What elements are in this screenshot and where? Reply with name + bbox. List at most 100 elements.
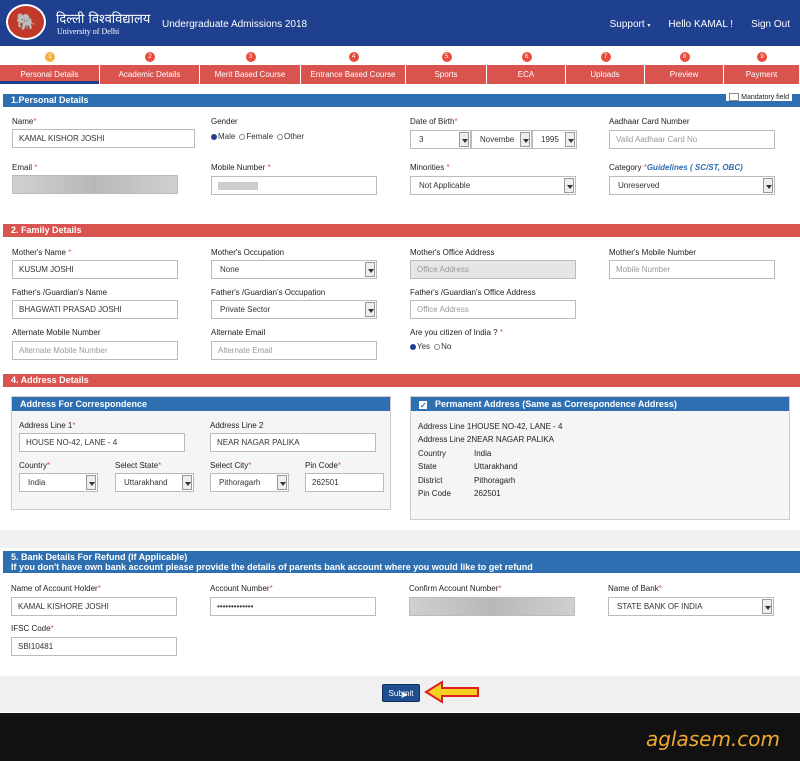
step-number: 1 (45, 52, 55, 62)
tab-eca[interactable]: 6 ECA (487, 48, 566, 86)
pin-input[interactable]: 262501 (305, 473, 384, 492)
bank-name-label: Name of Bank* (608, 584, 662, 593)
name-label: Name* (12, 117, 37, 126)
city-select[interactable]: Pithoragarh (210, 473, 289, 492)
state-select[interactable]: Uttarakhand (115, 473, 194, 492)
bank-subtitle: If you don't have own bank account pleas… (11, 562, 533, 572)
country-select[interactable]: India (19, 473, 98, 492)
ifsc-label-text: IFSC Code (11, 624, 51, 633)
minorities-value: Not Applicable (419, 181, 471, 190)
support-menu[interactable]: Support ▾ (610, 19, 651, 30)
step-label: Preview (645, 65, 723, 84)
dropdown-arrow-icon (520, 132, 530, 147)
father-occupation-value: Private Sector (220, 305, 271, 314)
mother-occupation-label: Mother's Occupation (211, 248, 285, 257)
gender-other-radio[interactable]: Other (277, 132, 304, 141)
alt-mobile-input[interactable]: Alternate Mobile Number (12, 341, 178, 360)
bank-details-header: 5. Bank Details For Refund (If Applicabl… (3, 551, 800, 573)
perm-state-key: State (418, 462, 437, 471)
alt-email-input[interactable]: Alternate Email (211, 341, 377, 360)
step-number: 6 (521, 52, 532, 62)
address-line1-input[interactable]: HOUSE NO-42, LANE - 4 (19, 433, 185, 452)
holder-input[interactable]: KAMAL KISHORE JOSHI (11, 597, 177, 616)
dropdown-arrow-icon (459, 132, 469, 147)
dropdown-arrow-icon (86, 475, 96, 490)
holder-label-text: Name of Account Holder (11, 584, 98, 593)
minorities-select[interactable]: Not Applicable (410, 176, 576, 195)
step-number: 2 (145, 52, 155, 62)
same-address-checkbox[interactable] (419, 399, 427, 413)
dob-day-select[interactable]: 3 (410, 130, 471, 149)
guideline-obc-link[interactable]: OBC (722, 163, 740, 172)
step-label: Entrance Based Course (301, 65, 405, 84)
mobile-input[interactable] (211, 176, 377, 195)
mother-occupation-select[interactable]: None (211, 260, 377, 279)
university-name-english: University of Delhi (57, 27, 120, 36)
watermark-text: aglasem.com (645, 727, 780, 751)
mother-office-input[interactable]: Office Address (410, 260, 576, 279)
guideline-sc-link[interactable]: SC/ST (695, 163, 718, 172)
address-details-header: 4. Address Details (3, 374, 800, 387)
mother-occupation-value: None (220, 265, 240, 274)
perm-district-key: District (418, 476, 443, 485)
father-name-input[interactable]: BHAGWATI PRASAD JOSHI (12, 300, 178, 319)
ifsc-label: IFSC Code* (11, 624, 54, 633)
radio-checked-icon (211, 133, 217, 140)
country-value: India (28, 478, 46, 487)
radio-unchecked-icon (239, 133, 246, 140)
country-label-text: Country (19, 461, 48, 470)
tab-academic-details[interactable]: 2 Academic Details (100, 48, 200, 86)
confirm-account-input[interactable] (409, 597, 575, 616)
permanent-address-panel: Permanent Address (Same as Correspondenc… (410, 396, 790, 520)
ifsc-input[interactable]: SBI10481 (11, 637, 177, 656)
father-name-label: Father's /Guardian's Name (12, 288, 108, 297)
aadhaar-input[interactable]: Valid Aadhaar Card No (609, 130, 775, 149)
correspondence-address-title: Address For Correspondence (12, 397, 390, 411)
tab-sports[interactable]: 5 Sports (406, 48, 487, 86)
user-greeting[interactable]: Hello KAMAL ! (668, 19, 733, 30)
mother-mobile-label: Mother's Mobile Number (609, 248, 696, 257)
mother-mobile-input[interactable]: Mobile Number (609, 260, 775, 279)
gender-female-radio[interactable]: Female (239, 132, 273, 141)
permanent-address-title-text: Permanent Address (Same as Correspondenc… (435, 399, 677, 409)
tab-payment[interactable]: 9 Payment (724, 48, 800, 86)
category-label-text: Category (609, 163, 642, 172)
mother-name-label-text: Mother's Name (12, 248, 66, 257)
category-select[interactable]: Unreserved (609, 176, 775, 195)
signout-link[interactable]: Sign Out (751, 19, 790, 30)
bank-name-select[interactable]: STATE BANK OF INDIA (608, 597, 774, 616)
mandatory-marker-icon (729, 93, 740, 101)
radio-unchecked-icon (277, 133, 284, 140)
radio-unchecked-icon (434, 343, 441, 350)
dob-year-select[interactable]: 1995 (532, 130, 577, 149)
tab-preview[interactable]: 8 Preview (645, 48, 724, 86)
perm-country-key: Country (418, 449, 447, 458)
email-input[interactable] (12, 175, 178, 194)
mother-name-input[interactable]: KUSUM JOSHI (12, 260, 178, 279)
dropdown-arrow-icon (365, 262, 375, 277)
dob-month-select[interactable]: Novembe (471, 130, 532, 149)
tab-personal-details[interactable]: 1 Personal Details (0, 48, 100, 86)
citizen-no-radio[interactable]: No (434, 342, 451, 351)
mandatory-note: Mandatory field (726, 93, 792, 101)
step-tabs: 1 Personal Details 2 Academic Details 3 Mer… (0, 48, 800, 86)
tab-entrance-based-course[interactable]: 4 Entrance Based Course (301, 48, 406, 86)
state-value: Uttarakhand (124, 478, 168, 487)
citizen-yes-radio[interactable]: Yes (410, 342, 430, 351)
account-number-input[interactable]: ••••••••••••• (210, 597, 376, 616)
address-line2-input[interactable]: NEAR NAGAR PALIKA (210, 433, 376, 452)
gender-radio-group: Male Female Other (211, 132, 304, 141)
gender-male-radio[interactable]: Male (211, 132, 235, 141)
tab-uploads[interactable]: 7 Uploads (566, 48, 645, 86)
state-label-text: Select State (115, 461, 159, 470)
father-office-input[interactable]: Office Address (410, 300, 576, 319)
family-details-header: 2. Family Details (3, 224, 800, 237)
father-office-label: Father's /Guardian's Office Address (410, 288, 536, 297)
name-input[interactable]: KAMAL KISHOR JOSHI (12, 129, 195, 148)
tab-merit-based-course[interactable]: 3 Merit Based Course (200, 48, 301, 86)
category-value: Unreserved (618, 181, 660, 190)
dropdown-arrow-icon (763, 178, 773, 193)
father-occupation-select[interactable]: Private Sector (211, 300, 377, 319)
dob-month-value: Novembe (480, 135, 515, 144)
mobile-label: Mobile Number * (211, 163, 271, 172)
